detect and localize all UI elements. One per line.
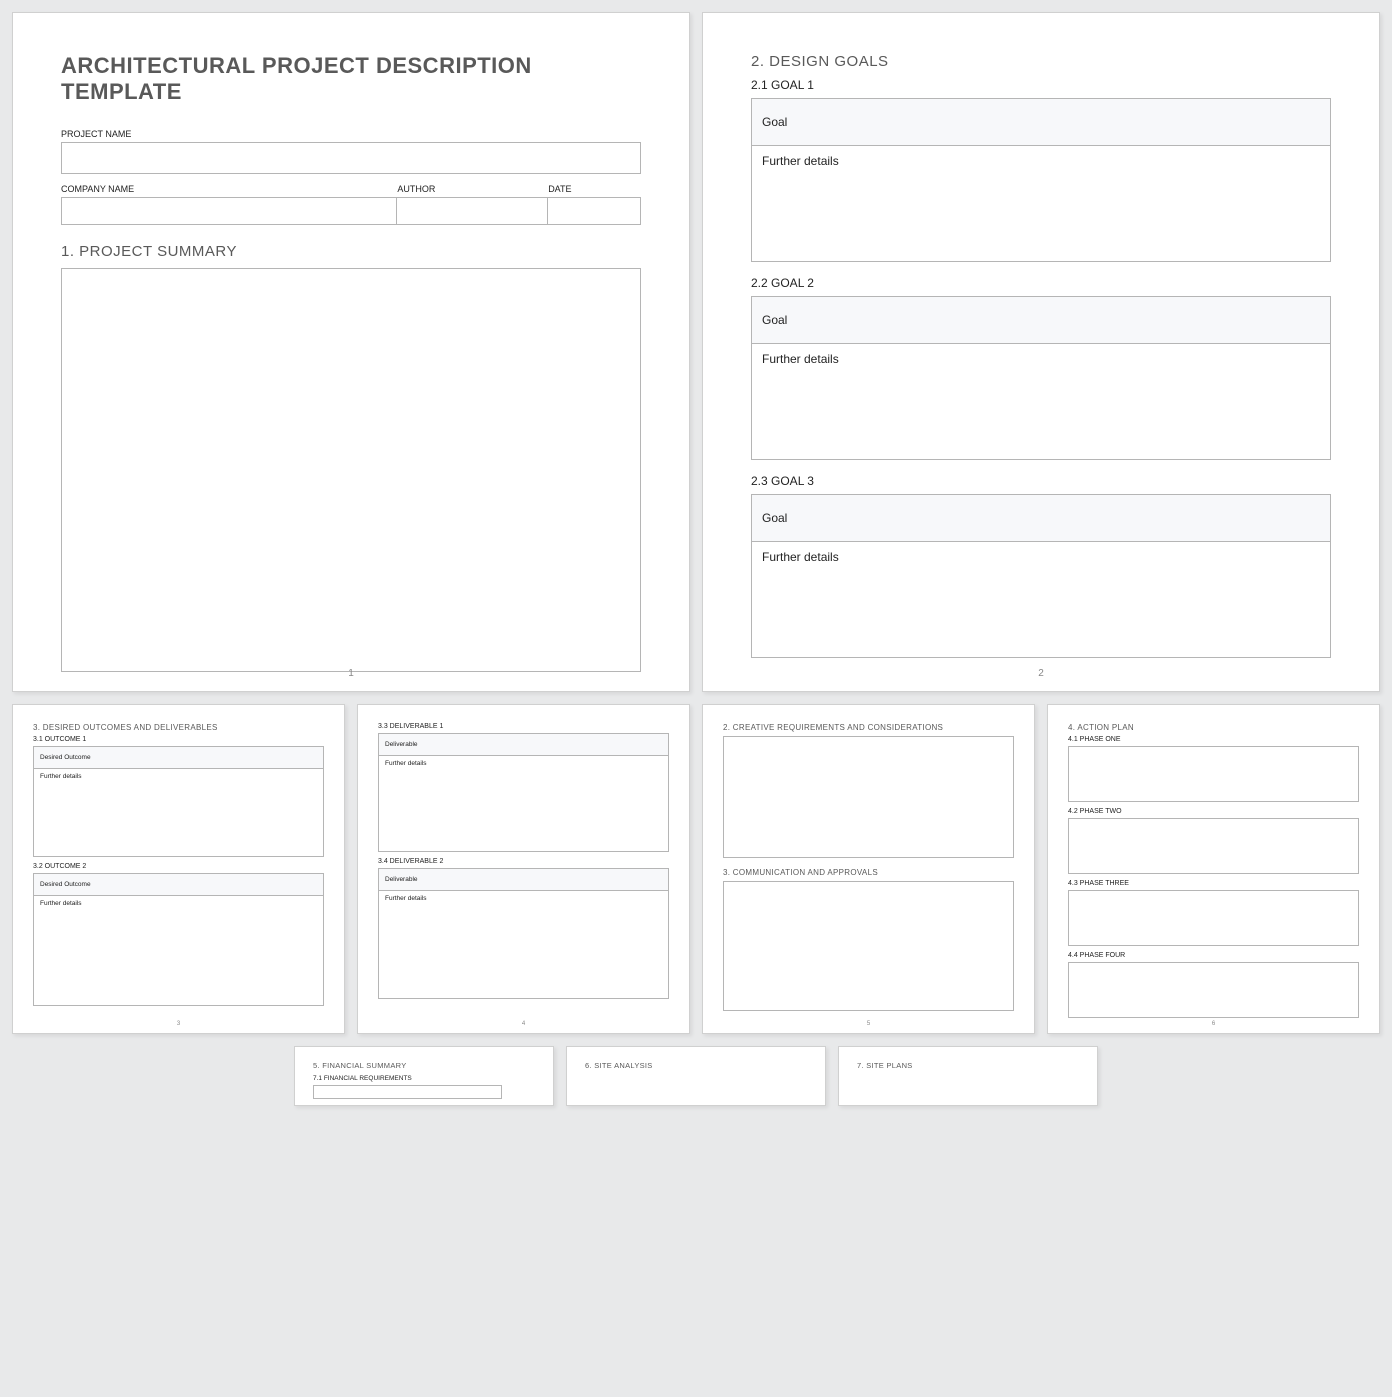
- company-name-field[interactable]: [61, 197, 397, 225]
- communication-box[interactable]: [723, 881, 1014, 1011]
- page-number: 5: [703, 1021, 1034, 1027]
- outcome-1-subhead: 3.1 OUTCOME 1: [33, 736, 324, 743]
- phase-3-box[interactable]: [1068, 890, 1359, 946]
- section-project-summary: 1. PROJECT SUMMARY: [61, 243, 641, 260]
- goal-1-head[interactable]: Goal: [751, 98, 1331, 146]
- template-page-8: 6. SITE ANALYSIS: [566, 1046, 826, 1106]
- template-page-9: 7. SITE PLANS: [838, 1046, 1098, 1106]
- outcome-2-subhead: 3.2 OUTCOME 2: [33, 863, 324, 870]
- goal-3-head[interactable]: Goal: [751, 494, 1331, 542]
- deliverable-1-head[interactable]: Deliverable: [378, 733, 669, 756]
- deliverable-1-body[interactable]: Further details: [378, 756, 669, 852]
- template-page-6: 4. ACTION PLAN 4.1 PHASE ONE 4.2 PHASE T…: [1047, 704, 1380, 1034]
- project-summary-box[interactable]: [61, 268, 641, 672]
- phase-4-subhead: 4.4 PHASE FOUR: [1068, 952, 1359, 959]
- page-number: 1: [13, 668, 689, 679]
- outcome-1-head[interactable]: Desired Outcome: [33, 746, 324, 769]
- template-page-2: 2. DESIGN GOALS 2.1 GOAL 1 Goal Further …: [702, 12, 1380, 692]
- financial-req-subhead: 7.1 FINANCIAL REQUIREMENTS: [313, 1075, 535, 1082]
- template-title: ARCHITECTURAL PROJECT DESCRIPTION TEMPLA…: [61, 53, 641, 105]
- section-creative-req: 2. CREATIVE REQUIREMENTS AND CONSIDERATI…: [723, 723, 1014, 732]
- goal-1-subhead: 2.1 GOAL 1: [751, 78, 1331, 92]
- template-page-5: 2. CREATIVE REQUIREMENTS AND CONSIDERATI…: [702, 704, 1035, 1034]
- date-label: DATE: [548, 184, 641, 194]
- phase-4-box[interactable]: [1068, 962, 1359, 1018]
- template-page-7: 5. FINANCIAL SUMMARY 7.1 FINANCIAL REQUI…: [294, 1046, 554, 1106]
- template-page-3: 3. DESIRED OUTCOMES AND DELIVERABLES 3.1…: [12, 704, 345, 1034]
- section-outcomes: 3. DESIRED OUTCOMES AND DELIVERABLES: [33, 723, 324, 732]
- phase-3-subhead: 4.3 PHASE THREE: [1068, 880, 1359, 887]
- project-name-field[interactable]: [61, 142, 641, 174]
- outcome-1-body[interactable]: Further details: [33, 769, 324, 857]
- page-number: 6: [1048, 1021, 1379, 1027]
- phase-1-box[interactable]: [1068, 746, 1359, 802]
- author-field[interactable]: [397, 197, 548, 225]
- deliverable-1-subhead: 3.3 DELIVERABLE 1: [378, 723, 669, 730]
- outcome-2-body[interactable]: Further details: [33, 896, 324, 1006]
- template-page-1: ARCHITECTURAL PROJECT DESCRIPTION TEMPLA…: [12, 12, 690, 692]
- template-page-4: 3.3 DELIVERABLE 1 Deliverable Further de…: [357, 704, 690, 1034]
- financial-req-box[interactable]: [313, 1085, 502, 1099]
- goal-3-body[interactable]: Further details: [751, 542, 1331, 658]
- section-design-goals: 2. DESIGN GOALS: [751, 53, 1331, 70]
- goal-2-body[interactable]: Further details: [751, 344, 1331, 460]
- page-number: 2: [703, 668, 1379, 679]
- deliverable-2-body[interactable]: Further details: [378, 891, 669, 999]
- section-site-plans: 7. SITE PLANS: [857, 1061, 1079, 1070]
- goal-2-head[interactable]: Goal: [751, 296, 1331, 344]
- deliverable-2-head[interactable]: Deliverable: [378, 868, 669, 891]
- section-financial: 5. FINANCIAL SUMMARY: [313, 1061, 535, 1070]
- phase-2-subhead: 4.2 PHASE TWO: [1068, 808, 1359, 815]
- goal-1-body[interactable]: Further details: [751, 146, 1331, 262]
- date-field[interactable]: [548, 197, 641, 225]
- phase-2-box[interactable]: [1068, 818, 1359, 874]
- creative-req-box[interactable]: [723, 736, 1014, 858]
- project-name-label: PROJECT NAME: [61, 129, 641, 139]
- phase-1-subhead: 4.1 PHASE ONE: [1068, 736, 1359, 743]
- deliverable-2-subhead: 3.4 DELIVERABLE 2: [378, 858, 669, 865]
- page-number: 3: [13, 1021, 344, 1027]
- outcome-2-head[interactable]: Desired Outcome: [33, 873, 324, 896]
- goal-3-subhead: 2.3 GOAL 3: [751, 474, 1331, 488]
- goal-2-subhead: 2.2 GOAL 2: [751, 276, 1331, 290]
- company-name-label: COMPANY NAME: [61, 184, 397, 194]
- author-label: AUTHOR: [397, 184, 548, 194]
- section-communication: 3. COMMUNICATION AND APPROVALS: [723, 868, 1014, 877]
- section-site-analysis: 6. SITE ANALYSIS: [585, 1061, 807, 1070]
- page-number: 4: [358, 1021, 689, 1027]
- section-action-plan: 4. ACTION PLAN: [1068, 723, 1359, 732]
